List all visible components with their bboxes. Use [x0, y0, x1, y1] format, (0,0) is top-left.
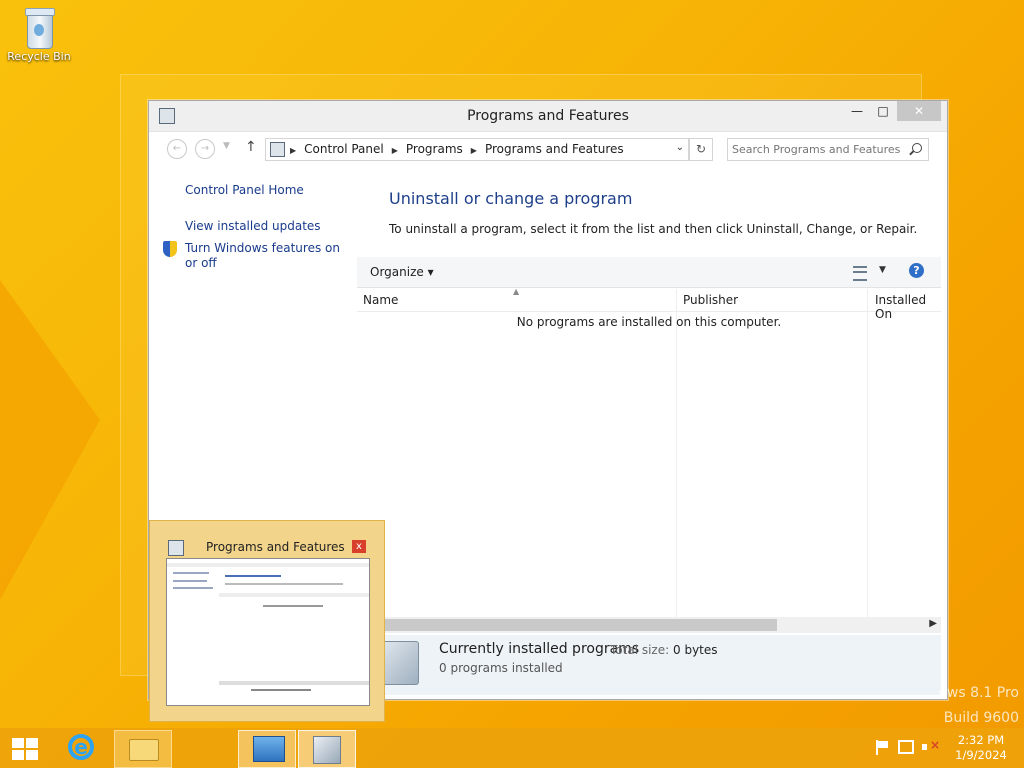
programs-icon [313, 736, 341, 764]
desktop-icon-recycle-bin[interactable]: Recycle Bin [6, 6, 72, 63]
view-details-icon[interactable] [853, 266, 867, 281]
windows-edition-watermark: ows 8.1 Pro [938, 685, 1019, 701]
recycle-bin-icon [23, 6, 55, 49]
control-panel-icon [253, 736, 285, 762]
title-bar[interactable]: Programs and Features — □ ✕ [149, 101, 947, 132]
window-title: Programs and Features [467, 108, 629, 124]
taskbar-file-explorer[interactable] [114, 730, 172, 768]
thumbnail-close-button[interactable]: x [352, 540, 366, 553]
thumbnail-title: Programs and Features [206, 540, 345, 554]
thumbnail-address-bar [167, 563, 369, 567]
internet-explorer-icon: e [68, 734, 94, 760]
page-heading: Uninstall or change a program [389, 189, 633, 208]
thumbnail-text-line [173, 587, 213, 589]
details-pane: Currently installed programs Total size:… [357, 635, 941, 695]
empty-list-message: No programs are installed on this comput… [516, 315, 782, 329]
taskbar: e 2:32 PM 1/9/2024 [0, 728, 1024, 768]
clock-date: 1/9/2024 [955, 748, 1007, 762]
thumbnail-window-image[interactable] [166, 558, 370, 706]
windows-build-watermark: Build 9600 [943, 710, 1019, 726]
wallpaper-facet [0, 280, 100, 600]
action-center-flag-icon[interactable] [874, 740, 888, 755]
up-button[interactable]: ↑ [245, 139, 257, 155]
address-bar[interactable]: ▶ Control Panel ▶ Programs ▶ Programs and Fea… [265, 138, 689, 161]
breadcrumb-separator-icon[interactable]: ▶ [392, 146, 398, 155]
windows-features-link[interactable]: Turn Windows features on or off [185, 241, 355, 271]
total-size-value: 0 bytes [673, 643, 718, 657]
start-button-icon[interactable] [12, 738, 38, 760]
instruction-text: To uninstall a program, select it from t… [389, 222, 918, 236]
control-panel-icon [270, 142, 285, 157]
network-icon[interactable] [898, 740, 914, 754]
command-bar: Organize ▾ ▼ ? [357, 257, 941, 288]
thumbnail-text-line [225, 575, 281, 577]
help-icon[interactable]: ? [909, 263, 924, 278]
forward-button[interactable]: → [195, 139, 215, 159]
back-button[interactable]: ← [167, 139, 187, 159]
taskbar-thumbnail-preview[interactable]: Programs and Features x [149, 520, 385, 722]
thumbnail-toolbar [219, 593, 369, 597]
thumbnail-text-line [225, 583, 343, 585]
total-size-label: Total size: [610, 643, 670, 657]
uac-shield-icon [163, 241, 177, 257]
volume-muted-icon[interactable] [922, 738, 940, 754]
system-clock[interactable]: 2:32 PM 1/9/2024 [946, 733, 1016, 763]
scroll-right-icon[interactable]: ▶ [929, 618, 937, 629]
folder-icon [129, 739, 159, 761]
minimize-button[interactable]: — [843, 101, 871, 121]
breadcrumb-programs-and-features[interactable]: Programs and Features [485, 142, 624, 156]
view-installed-updates-link[interactable]: View installed updates [185, 219, 321, 233]
column-header-publisher[interactable]: Publisher [683, 293, 738, 307]
column-divider[interactable] [676, 289, 677, 617]
search-input[interactable] [732, 141, 902, 157]
column-header-name[interactable]: Name [363, 293, 398, 307]
programs-icon [168, 540, 184, 556]
thumbnail-text-line [173, 580, 207, 582]
breadcrumb-control-panel[interactable]: Control Panel [304, 142, 384, 156]
taskbar-programs-and-features[interactable] [298, 730, 356, 768]
recent-locations-dropdown[interactable]: ▼ [223, 141, 230, 151]
breadcrumb: ▶ Control Panel ▶ Programs ▶ Programs and Fea… [290, 142, 632, 156]
organize-button[interactable]: Organize ▾ [370, 265, 434, 279]
breadcrumb-separator-icon[interactable]: ▶ [471, 146, 477, 155]
close-button[interactable]: ✕ [897, 101, 941, 121]
recycle-bin-label: Recycle Bin [7, 50, 71, 63]
address-dropdown-icon[interactable]: ⌄ [676, 142, 684, 153]
taskbar-internet-explorer[interactable]: e [56, 730, 112, 766]
column-header-row: Name ▲ Publisher Installed On No program… [357, 287, 941, 617]
thumbnail-scrollbar [219, 681, 369, 685]
maximize-button[interactable]: □ [869, 101, 897, 121]
clock-time: 2:32 PM [957, 733, 1005, 747]
control-panel-home-link[interactable]: Control Panel Home [185, 183, 304, 197]
thumbnail-text-line [173, 572, 209, 574]
refresh-button[interactable]: ↻ [689, 138, 713, 161]
horizontal-scrollbar[interactable]: ▶ [357, 617, 941, 633]
organize-label: Organize [370, 265, 424, 279]
thumbnail-text-line [251, 689, 311, 691]
programs-count: 0 programs installed [439, 661, 563, 675]
taskbar-control-panel[interactable] [238, 730, 296, 768]
search-icon[interactable] [912, 143, 922, 153]
scrollbar-thumb[interactable] [377, 619, 777, 631]
address-row: ← → ▼ ↑ ▶ Control Panel ▶ Programs ▶ Programs… [149, 135, 947, 163]
column-divider[interactable] [867, 289, 868, 617]
sort-ascending-icon: ▲ [513, 287, 520, 296]
search-box[interactable] [727, 138, 929, 161]
view-dropdown-icon[interactable]: ▼ [879, 265, 886, 275]
thumbnail-text-line [263, 605, 323, 607]
breadcrumb-separator-icon[interactable]: ▶ [290, 146, 296, 155]
breadcrumb-programs[interactable]: Programs [406, 142, 463, 156]
